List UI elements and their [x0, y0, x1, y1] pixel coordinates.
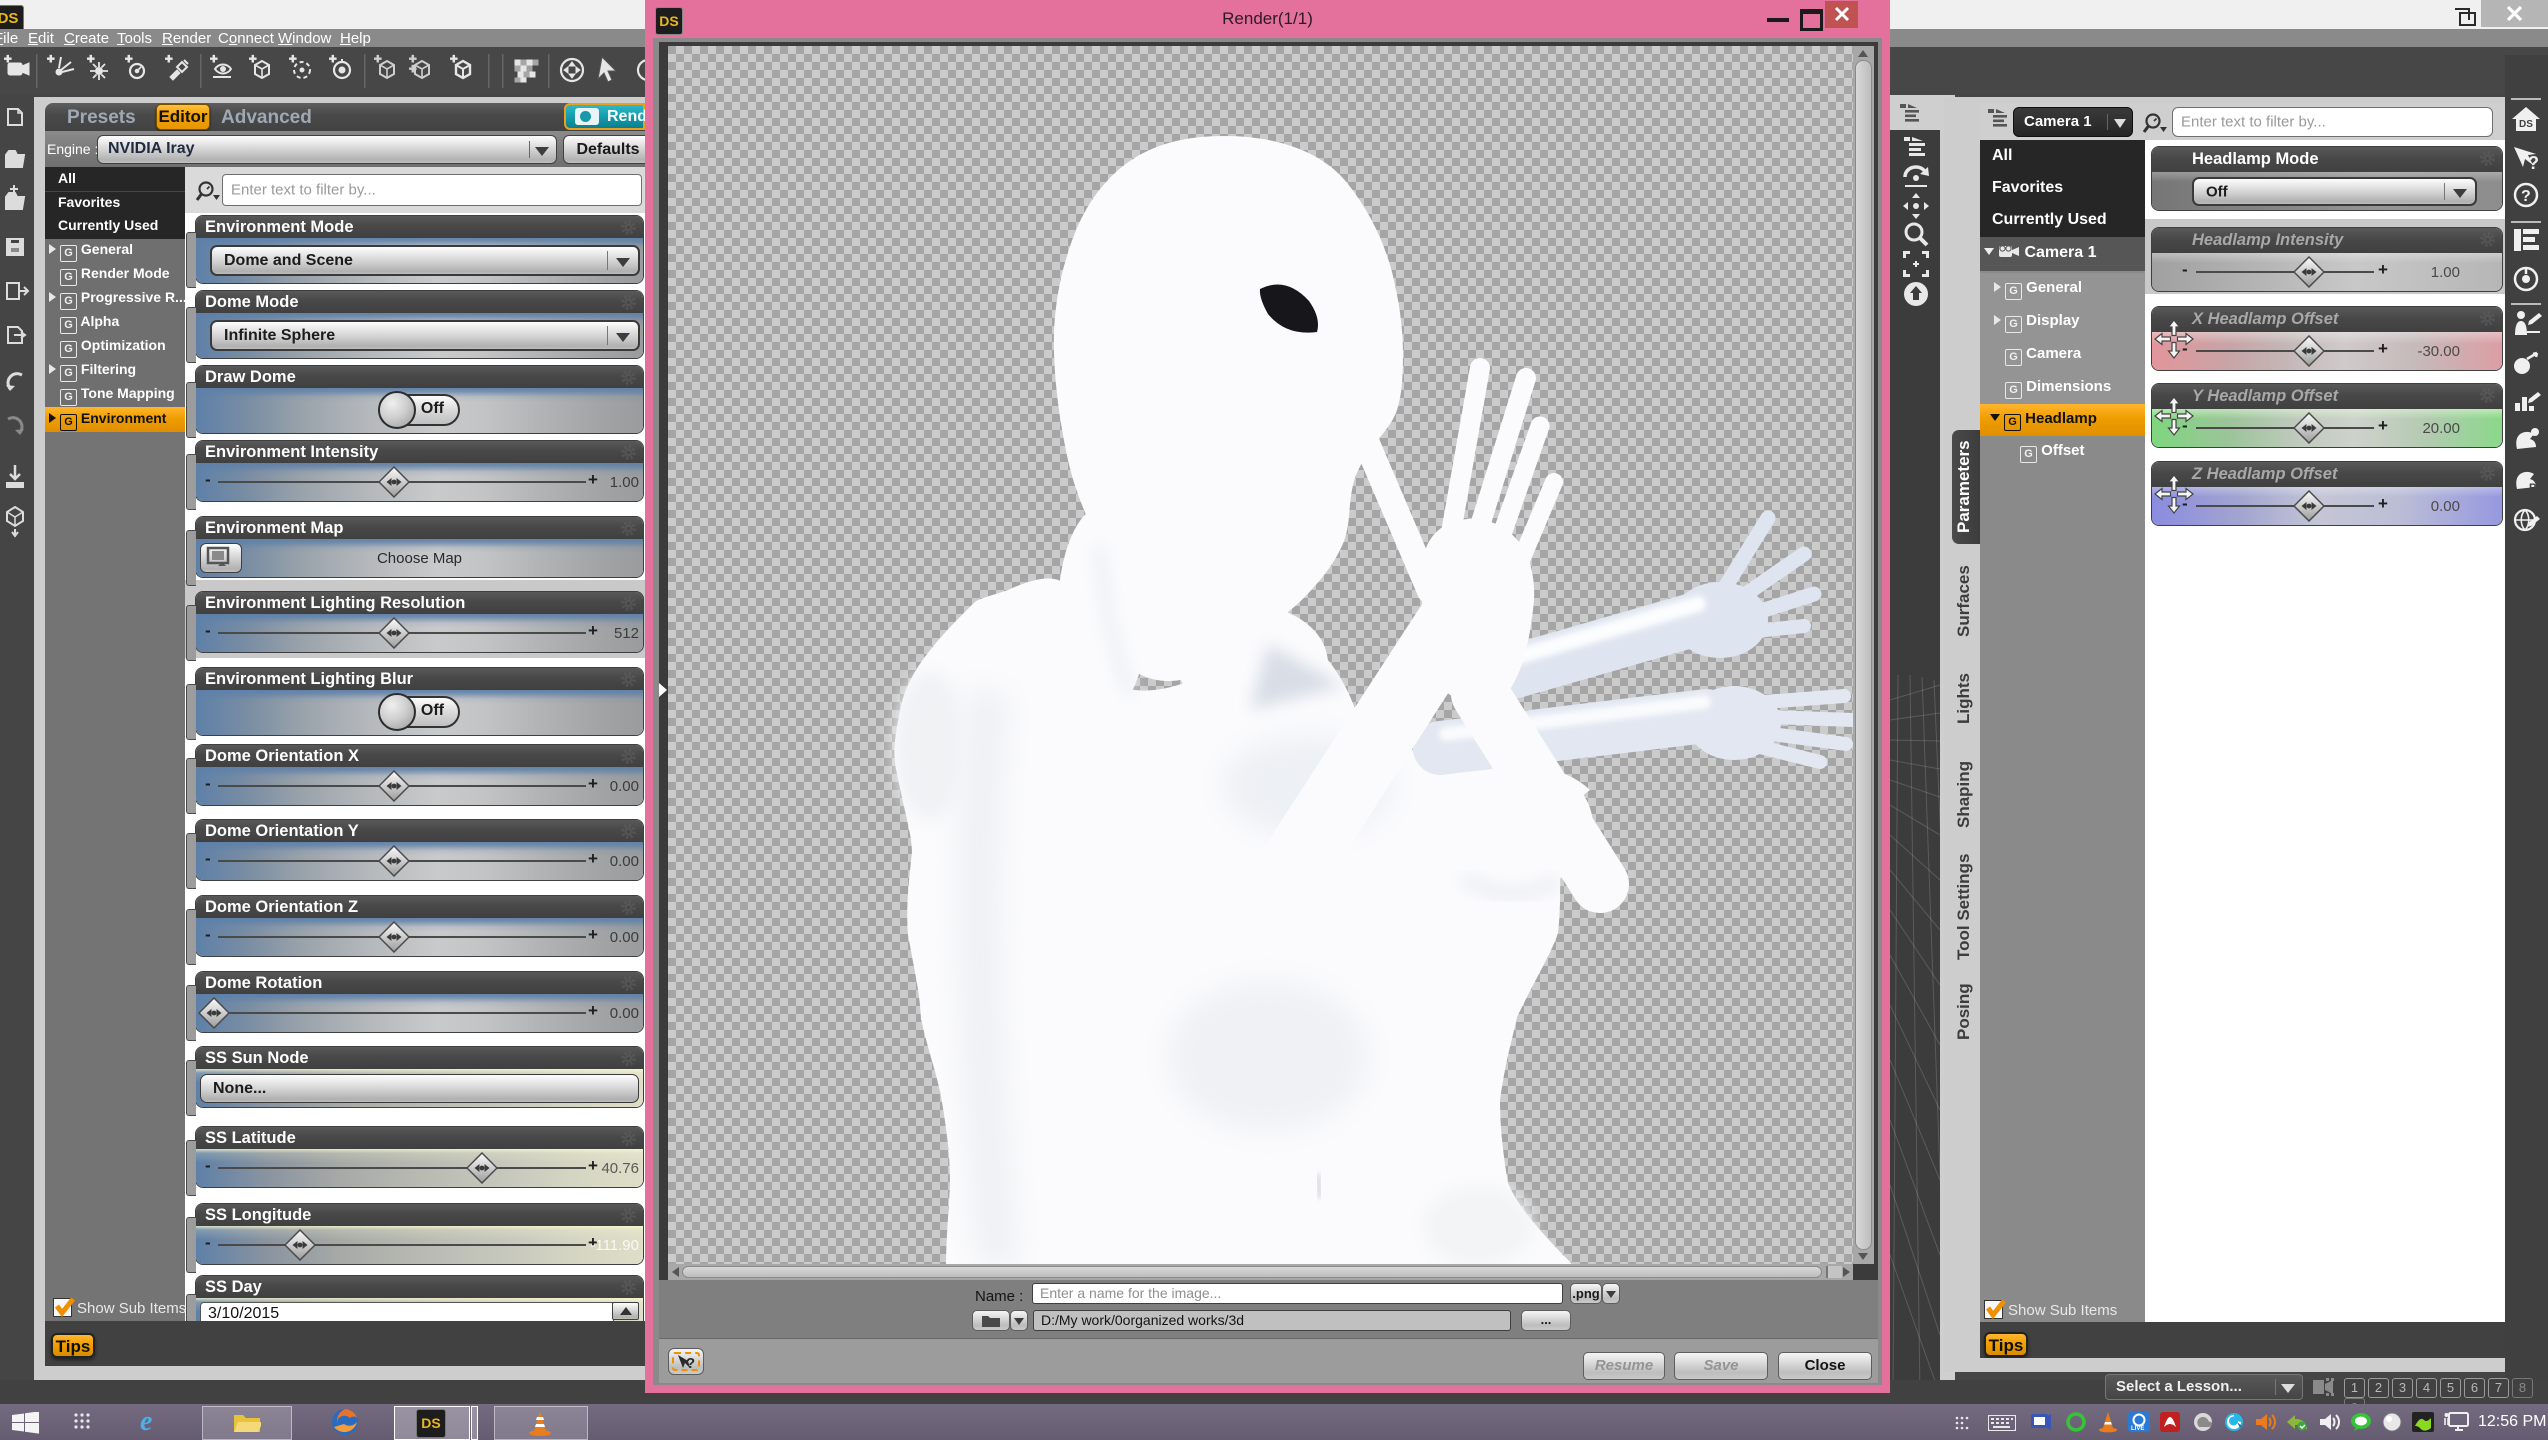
svg-text:P: P — [2529, 482, 2536, 494]
svg-text:+: + — [4, 51, 12, 66]
svg-text:+: + — [374, 51, 382, 66]
svg-text:+: + — [329, 51, 337, 66]
svg-text:+: + — [450, 51, 458, 66]
svg-text:+: + — [165, 51, 173, 66]
svg-text:+: + — [87, 51, 95, 66]
svg-text:+: + — [125, 51, 133, 66]
svg-text:DS: DS — [2519, 119, 2533, 130]
svg-text:+: + — [210, 51, 218, 66]
svg-text:LIVE: LIVE — [2131, 1426, 2144, 1432]
svg-text:?: ? — [2521, 188, 2531, 205]
svg-text:+: + — [409, 61, 417, 76]
svg-text:+: + — [47, 51, 55, 66]
svg-text:+: + — [289, 51, 297, 66]
svg-text:+: + — [249, 51, 257, 66]
svg-text:?: ? — [2528, 153, 2539, 173]
svg-text:?: ? — [686, 1355, 695, 1371]
